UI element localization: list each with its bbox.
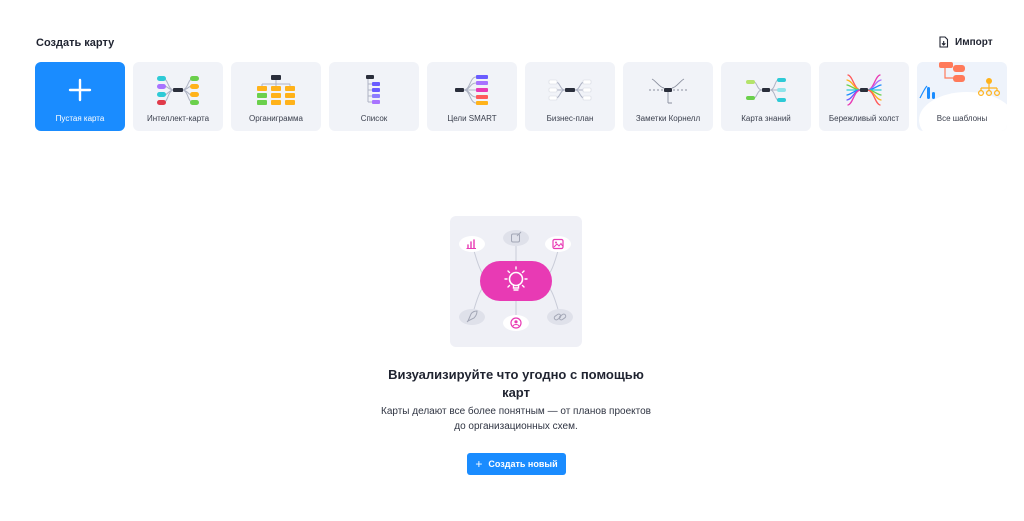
list-icon <box>329 70 419 110</box>
empty-state-title: Визуализируйте что угодно с помощью карт <box>388 367 644 400</box>
template-business-plan[interactable]: Бизнес-план <box>525 62 615 131</box>
user-node-icon <box>503 315 529 331</box>
plus-icon: + <box>475 457 483 471</box>
template-knowledge-map[interactable]: Карта знаний <box>721 62 811 131</box>
link-node-icon <box>547 309 573 325</box>
knowledge-map-icon <box>721 70 811 110</box>
template-label: Интеллект-карта <box>146 114 210 123</box>
template-label: Карта знаний <box>741 114 791 123</box>
edit-node-icon <box>503 230 529 246</box>
template-label: Все шаблоны <box>936 114 988 123</box>
template-blank-map[interactable]: Пустая карта <box>35 62 125 131</box>
bar-chart-node-icon <box>459 236 485 252</box>
template-label: Цели SMART <box>447 114 497 123</box>
template-lean-canvas[interactable]: Бережливый холст <box>819 62 909 131</box>
import-label: Импорт <box>955 36 993 48</box>
mind-map-icon <box>133 70 223 110</box>
template-gallery: Пустая карта Интеллект-карта Органиграмм… <box>35 62 1007 131</box>
template-label: Заметки Корнелл <box>635 114 701 123</box>
template-label: Пустая карта <box>55 114 105 123</box>
template-label: Бережливый холст <box>828 114 900 123</box>
rocket-node-icon <box>459 309 485 325</box>
template-list[interactable]: Список <box>329 62 419 131</box>
page-title: Создать карту <box>36 37 115 49</box>
template-org-chart[interactable]: Органиграмма <box>231 62 321 131</box>
lean-canvas-icon <box>819 70 909 110</box>
template-smart-goals[interactable]: Цели SMART <box>427 62 517 131</box>
template-label: Бизнес-план <box>546 114 594 123</box>
lightbulb-icon <box>480 261 552 301</box>
template-mind-map[interactable]: Интеллект-карта <box>133 62 223 131</box>
empty-state-illustration <box>450 216 582 347</box>
image-node-icon <box>545 236 571 252</box>
org-chart-icon <box>231 70 321 110</box>
empty-state-description: Карты делают все более понятным — от пла… <box>381 406 651 432</box>
cornell-notes-icon <box>623 70 713 110</box>
create-new-button[interactable]: + Создать новый <box>467 453 566 475</box>
create-new-label: Создать новый <box>488 459 558 469</box>
import-button[interactable]: Импорт <box>938 36 993 48</box>
plus-icon <box>35 70 125 110</box>
template-label: Список <box>360 114 388 123</box>
smart-goals-icon <box>427 70 517 110</box>
template-all-templates[interactable]: Все шаблоны <box>917 62 1007 131</box>
import-icon <box>939 36 949 48</box>
template-cornell-notes[interactable]: Заметки Корнелл <box>623 62 713 131</box>
template-label: Органиграмма <box>248 114 303 123</box>
business-plan-icon <box>525 70 615 110</box>
